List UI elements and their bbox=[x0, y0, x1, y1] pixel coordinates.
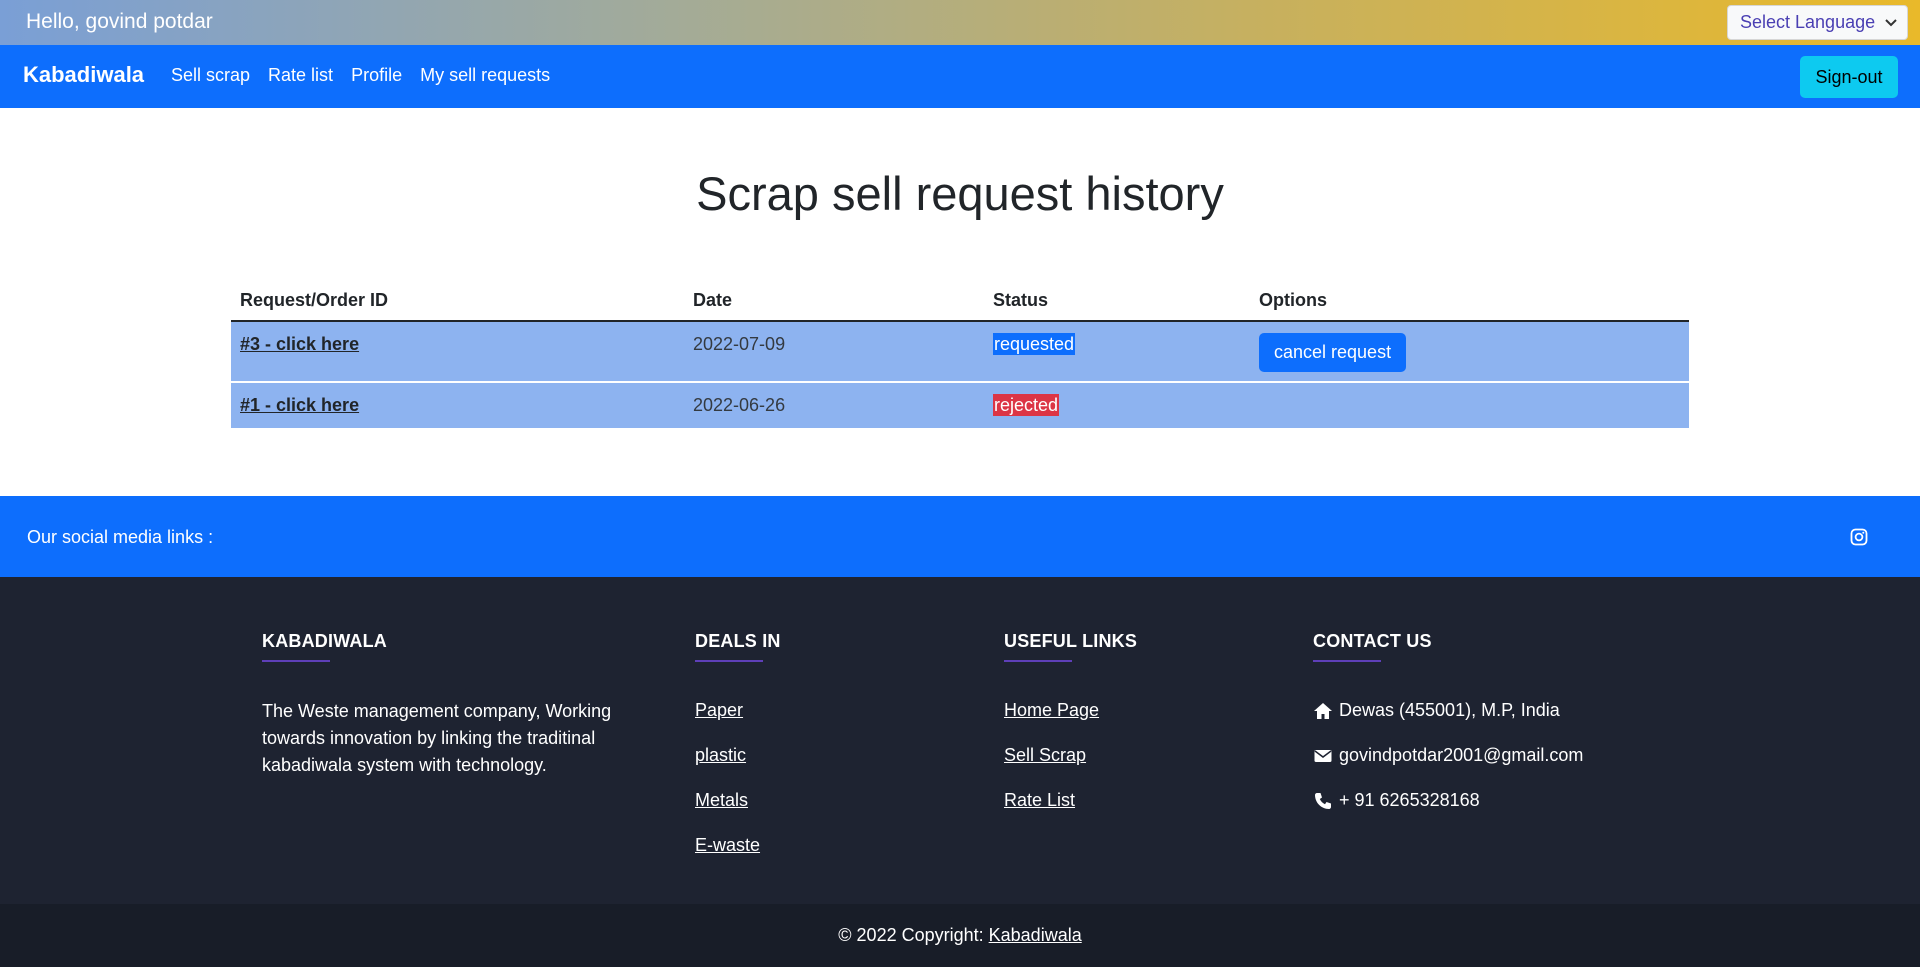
nav-link-sell-scrap[interactable]: Sell scrap bbox=[171, 65, 250, 86]
footer-about-text: The Weste management company, Working to… bbox=[262, 701, 612, 775]
contact-email-text: govindpotdar2001@gmail.com bbox=[1339, 745, 1584, 765]
greeting-bar: Hello, govind potdar Select Language bbox=[0, 0, 1920, 45]
social-media-bar: Our social media links : bbox=[0, 496, 1920, 577]
copyright-bar: © 2022 Copyright: Kabadiwala bbox=[0, 904, 1920, 967]
contact-phone-text: + 91 6265328168 bbox=[1339, 790, 1480, 810]
footer-useful-heading: USEFUL LINKS bbox=[1004, 631, 1138, 651]
copyright-link[interactable]: Kabadiwala bbox=[989, 925, 1082, 945]
cell-id: #3 - click here bbox=[231, 321, 684, 383]
navbar: Kabadiwala Sell scrap Rate list Profile … bbox=[0, 45, 1920, 108]
signout-button[interactable]: Sign-out bbox=[1800, 56, 1898, 98]
footer-deals: DEALS IN Paper plastic Metals E-waste bbox=[695, 631, 945, 878]
footer-about: KABADIWALA The Weste management company,… bbox=[262, 631, 612, 779]
instagram-icon[interactable] bbox=[1850, 528, 1868, 546]
nav-link-profile[interactable]: Profile bbox=[351, 65, 402, 86]
cancel-request-button[interactable]: cancel request bbox=[1259, 333, 1407, 372]
heading-underline bbox=[262, 660, 330, 662]
greeting-text: Hello, govind potdar bbox=[26, 10, 213, 33]
order-link[interactable]: #3 - click here bbox=[240, 334, 359, 354]
column-header-id: Request/Order ID bbox=[231, 280, 684, 322]
nav-link-rate-list[interactable]: Rate list bbox=[268, 65, 333, 86]
footer-useful-links: USEFUL LINKS Home Page Sell Scrap Rate L… bbox=[1004, 631, 1254, 833]
contact-email: govindpotdar2001@gmail.com bbox=[1313, 743, 1673, 768]
main-content: Scrap sell request history Request/Order… bbox=[0, 108, 1920, 496]
table-row: #3 - click here 2022-07-09 requested can… bbox=[231, 321, 1689, 383]
heading-underline bbox=[695, 660, 763, 662]
cell-options bbox=[1250, 382, 1689, 428]
contact-address: Dewas (455001), M.P, India bbox=[1313, 698, 1673, 723]
table-header-row: Request/Order ID Date Status Options bbox=[231, 280, 1689, 322]
page-title: Scrap sell request history bbox=[696, 167, 1224, 220]
useful-link-sell-scrap[interactable]: Sell Scrap bbox=[1004, 743, 1254, 768]
deals-link-e-waste[interactable]: E-waste bbox=[695, 833, 945, 858]
contact-address-text: Dewas (455001), M.P, India bbox=[1339, 700, 1560, 720]
social-media-label: Our social media links : bbox=[27, 527, 214, 547]
useful-link-home-page[interactable]: Home Page bbox=[1004, 698, 1254, 723]
order-link[interactable]: #1 - click here bbox=[240, 395, 359, 415]
footer-about-heading: KABADIWALA bbox=[262, 631, 387, 651]
nav-links: Sell scrap Rate list Profile My sell req… bbox=[171, 65, 550, 86]
envelope-icon bbox=[1314, 749, 1332, 762]
footer-deals-heading: DEALS IN bbox=[695, 631, 781, 651]
cell-status: requested bbox=[984, 321, 1250, 383]
home-icon bbox=[1314, 702, 1332, 719]
footer-contact: CONTACT US Dewas (455001), M.P, India go… bbox=[1313, 631, 1673, 833]
footer-contact-heading: CONTACT US bbox=[1313, 631, 1432, 651]
nav-link-my-sell-requests[interactable]: My sell requests bbox=[420, 65, 550, 86]
cell-status: rejected bbox=[984, 382, 1250, 428]
deals-link-metals[interactable]: Metals bbox=[695, 788, 945, 813]
request-history-table: Request/Order ID Date Status Options #3 … bbox=[231, 280, 1689, 428]
phone-icon bbox=[1315, 792, 1331, 809]
status-badge: requested bbox=[993, 333, 1076, 355]
brand-logo[interactable]: Kabadiwala bbox=[23, 62, 144, 88]
contact-phone: + 91 6265328168 bbox=[1313, 788, 1673, 813]
status-badge: rejected bbox=[993, 394, 1060, 416]
table-row: #1 - click here 2022-06-26 rejected bbox=[231, 382, 1689, 428]
copyright-text: © 2022 Copyright: bbox=[838, 925, 989, 945]
column-header-date: Date bbox=[684, 280, 984, 322]
cell-options: cancel request bbox=[1250, 321, 1689, 383]
chevron-down-icon bbox=[1885, 19, 1897, 27]
deals-link-paper[interactable]: Paper bbox=[695, 698, 945, 723]
language-select[interactable]: Select Language bbox=[1727, 5, 1908, 40]
heading-underline bbox=[1313, 660, 1381, 662]
cell-id: #1 - click here bbox=[231, 382, 684, 428]
cell-date: 2022-07-09 bbox=[684, 321, 984, 383]
column-header-status: Status bbox=[984, 280, 1250, 322]
footer: KABADIWALA The Weste management company,… bbox=[0, 577, 1920, 904]
heading-underline bbox=[1004, 660, 1072, 662]
cell-date: 2022-06-26 bbox=[684, 382, 984, 428]
column-header-options: Options bbox=[1250, 280, 1689, 322]
deals-link-plastic[interactable]: plastic bbox=[695, 743, 945, 768]
language-select-value: Select Language bbox=[1740, 12, 1876, 32]
useful-link-rate-list[interactable]: Rate List bbox=[1004, 788, 1254, 813]
